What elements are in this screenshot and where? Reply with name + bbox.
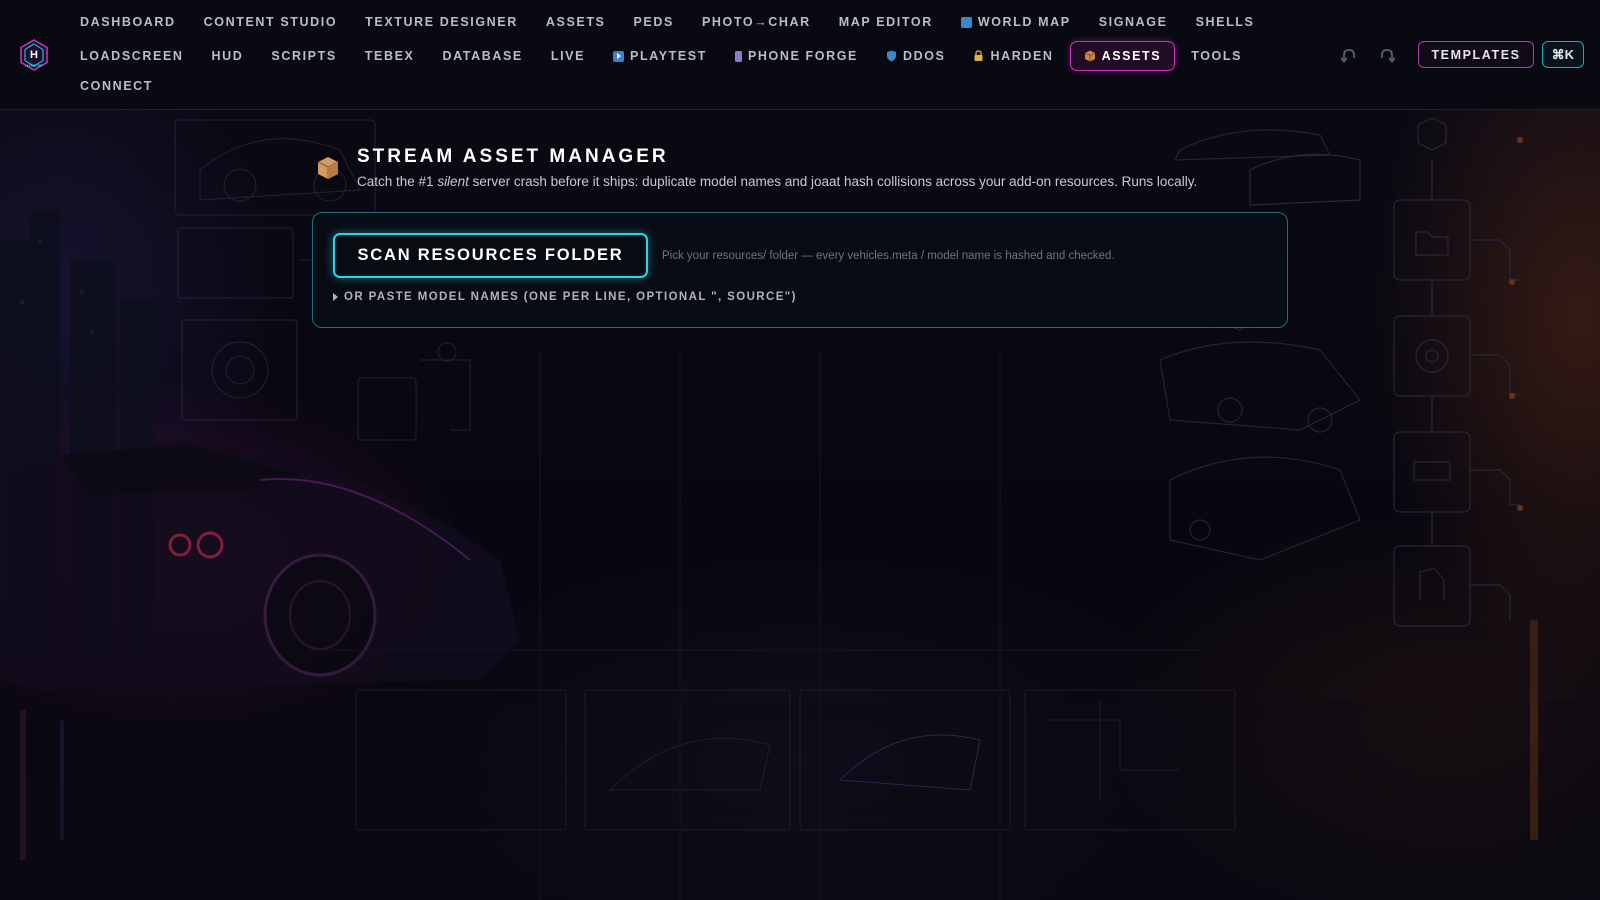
page-description: Catch the #1 silent server crash before … [357, 174, 1197, 189]
nav-shells[interactable]: SHELLS [1182, 10, 1269, 34]
nav-row-1: DASHBOARD CONTENT STUDIO TEXTURE DESIGNE… [66, 10, 1268, 34]
background-art [0, 0, 1600, 900]
nav-world-map[interactable]: WORLD MAP [947, 10, 1085, 34]
undo-icon [1340, 48, 1356, 63]
nav-label: PHONE FORGE [747, 49, 858, 63]
nav-ddos[interactable]: DDOS [872, 44, 960, 68]
nav-loadscreen[interactable]: LOADSCREEN [66, 44, 198, 68]
nav-label: DDOS [902, 49, 946, 63]
nav-label: ASSETS [1101, 49, 1162, 63]
shield-icon [886, 50, 896, 62]
nav-label: WORLD MAP [977, 15, 1071, 29]
desc-emphasis: silent [437, 174, 469, 189]
redo-icon [1381, 48, 1397, 63]
toolbar-actions: TEMPLATES ⌘K [1334, 41, 1584, 68]
nav-row-3: CONNECT [66, 74, 167, 98]
map-icon [960, 16, 972, 28]
top-nav: H HYVE RP DASHBOARD CONTENT STUDIO TEXTU… [0, 0, 1600, 110]
nav-label: LOADSCREEN [80, 49, 184, 63]
nav-harden[interactable]: HARDEN [959, 44, 1067, 68]
nav-label: SIGNAGE [1098, 15, 1168, 29]
nav-label: TEBEX [364, 49, 415, 63]
scan-hint: Pick your resources/ folder — every vehi… [662, 250, 1115, 262]
paste-model-names-toggle[interactable]: OR PASTE MODEL NAMES (ONE PER LINE, OPTI… [333, 291, 797, 303]
nav-row-2: LOADSCREEN HUD SCRIPTS TEBEX DATABASE LI… [66, 41, 1256, 71]
nav-label: ASSETS [545, 15, 606, 29]
nav-scripts[interactable]: SCRIPTS [257, 44, 350, 68]
nav-playtest[interactable]: PLAYTEST [599, 44, 721, 68]
background-illustration [0, 117, 1600, 900]
play-icon [613, 50, 625, 62]
nav-assets[interactable]: ASSETS [532, 10, 620, 34]
nav-label: MAP EDITOR [838, 15, 933, 29]
scan-resources-button[interactable]: SCAN RESOURCES FOLDER [333, 233, 648, 278]
nav-live[interactable]: LIVE [537, 44, 599, 68]
desc-text: server crash before it ships: duplicate … [468, 174, 1198, 189]
nav-photo-char[interactable]: PHOTO→CHAR [688, 10, 825, 34]
svg-text:H: H [30, 49, 38, 61]
nav-connect[interactable]: CONNECT [66, 74, 167, 98]
nav-label: PLAYTEST [630, 49, 707, 63]
nav-label: LIVE [550, 49, 586, 63]
page-title: STREAM ASSET MANAGER [357, 146, 669, 167]
nav-database[interactable]: DATABASE [428, 44, 536, 68]
desc-text: Catch the #1 [357, 174, 438, 189]
nav-tools[interactable]: TOOLS [1177, 44, 1256, 68]
nav-signage[interactable]: SIGNAGE [1085, 10, 1182, 34]
nav-dashboard[interactable]: DASHBOARD [66, 10, 190, 34]
nav-label: PHOTO→CHAR [701, 15, 811, 29]
undo-button[interactable] [1334, 42, 1364, 68]
logo-text: HYVE RP [25, 63, 43, 68]
nav-map-editor[interactable]: MAP EDITOR [825, 10, 947, 34]
nav-label: DATABASE [442, 49, 523, 63]
hex-logo-icon: H HYVE RP [20, 39, 48, 71]
app-logo[interactable]: H HYVE RP [17, 38, 51, 72]
nav-peds[interactable]: PEDS [620, 10, 688, 34]
nav-label: CONTENT STUDIO [203, 15, 338, 29]
nav-label: DASHBOARD [80, 15, 176, 29]
nav-tebex[interactable]: TEBEX [351, 44, 429, 68]
nav-label: TEXTURE DESIGNER [365, 15, 518, 29]
nav-content-studio[interactable]: CONTENT STUDIO [190, 10, 352, 34]
box-icon [1084, 50, 1095, 62]
nav-label: PEDS [633, 15, 674, 29]
nav-label: HUD [211, 49, 244, 63]
command-palette-button[interactable]: ⌘K [1541, 41, 1584, 68]
redo-button[interactable] [1372, 42, 1402, 68]
nav-texture-designer[interactable]: TEXTURE DESIGNER [351, 10, 532, 34]
caret-right-icon [333, 293, 338, 301]
lock-icon [974, 50, 983, 61]
templates-button[interactable]: TEMPLATES [1418, 41, 1534, 68]
phone-icon [734, 50, 742, 62]
scan-card: SCAN RESOURCES FOLDER Pick your resource… [312, 212, 1288, 328]
nav-label: SCRIPTS [271, 49, 337, 63]
nav-label: CONNECT [80, 79, 154, 93]
nav-phone-forge[interactable]: PHONE FORGE [721, 44, 872, 68]
nav-assets-active[interactable]: ASSETS [1069, 41, 1176, 71]
box-icon [317, 157, 339, 179]
nav-label: HARDEN [990, 49, 1054, 63]
nav-label: SHELLS [1195, 15, 1255, 29]
nav-hud[interactable]: HUD [198, 44, 258, 68]
paste-toggle-label: OR PASTE MODEL NAMES (ONE PER LINE, OPTI… [344, 291, 797, 303]
nav-label: TOOLS [1191, 49, 1243, 63]
